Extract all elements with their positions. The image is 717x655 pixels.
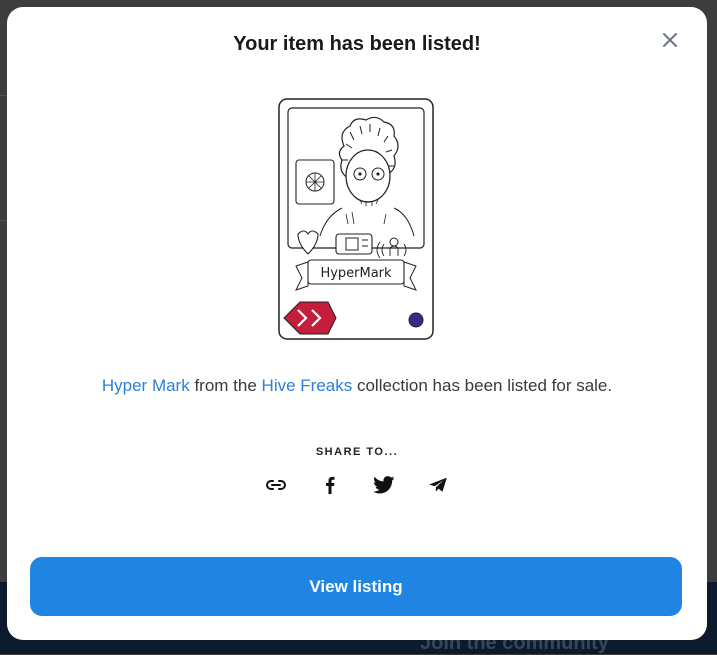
listing-success-modal: Your item has been listed! HyperMark Hyp… — [7, 7, 707, 640]
share-twitter-button[interactable] — [371, 473, 397, 497]
telegram-icon — [429, 477, 447, 492]
twitter-icon — [373, 476, 395, 494]
facebook-icon — [326, 476, 335, 494]
card-image: HyperMark — [278, 98, 434, 340]
share-label: SHARE TO... — [315, 446, 399, 458]
modal-title: Your item has been listed! — [233, 33, 481, 55]
close-icon — [663, 33, 677, 47]
share-facebook-button[interactable] — [317, 473, 343, 497]
listing-message: Hyper Mark from the Hive Freaks collecti… — [7, 376, 707, 396]
link-icon — [266, 480, 286, 490]
view-listing-button[interactable]: View listing — [30, 557, 682, 616]
message-suffix: collection has been listed for sale. — [352, 376, 613, 395]
item-link[interactable]: Hyper Mark — [102, 376, 190, 395]
share-row — [7, 473, 707, 497]
collection-link[interactable]: Hive Freaks — [262, 376, 353, 395]
share-link-button[interactable] — [263, 473, 289, 497]
share-telegram-button[interactable] — [425, 473, 451, 497]
close-button[interactable] — [659, 29, 681, 51]
message-connector: from the — [189, 376, 262, 395]
card-caption: HyperMark — [320, 266, 392, 281]
